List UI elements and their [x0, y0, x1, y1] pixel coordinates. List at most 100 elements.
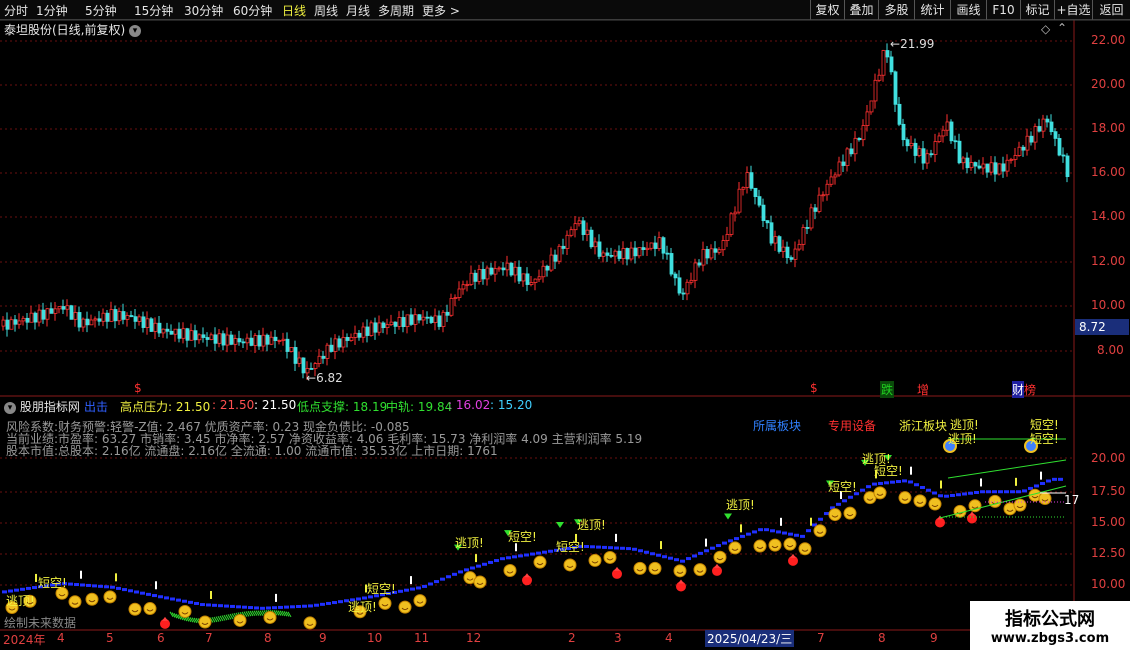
- period-tab-1min[interactable]: 1分钟: [36, 2, 68, 19]
- candle-body: [549, 254, 554, 271]
- candle-body: [333, 338, 338, 352]
- add-watchlist-button[interactable]: +自选: [1054, 0, 1092, 20]
- trend-dash: [446, 575, 451, 579]
- smiley-mouth: [566, 565, 574, 568]
- candle-body: [129, 315, 134, 318]
- candle-body: [985, 163, 990, 173]
- candle-body: [681, 292, 686, 295]
- candle-body: [137, 316, 142, 322]
- candle-body: [1033, 126, 1038, 143]
- candle-body: [605, 252, 610, 256]
- smiley-mouth: [1041, 499, 1049, 502]
- smiley-mouth: [466, 578, 474, 581]
- smiley-mouth: [146, 609, 154, 612]
- increase-mark[interactable]: 增: [917, 381, 929, 398]
- candle-body: [313, 363, 318, 369]
- candle-body: [229, 334, 234, 345]
- sell-marker: [676, 581, 686, 592]
- signal-bar: [705, 538, 707, 547]
- candle-body: [833, 174, 838, 178]
- period-tab-5min[interactable]: 5分钟: [85, 2, 117, 19]
- f10-button[interactable]: F10: [986, 0, 1020, 20]
- restore-rights-button[interactable]: 复权: [810, 0, 844, 20]
- candle-body: [857, 137, 862, 141]
- price-tick: 18.00: [1091, 121, 1126, 135]
- candle-body: [689, 279, 694, 283]
- trend-dash: [182, 599, 187, 603]
- candle-body: [629, 247, 634, 260]
- period-tab-monthly[interactable]: 月线: [346, 2, 370, 19]
- candle-body: [957, 140, 962, 164]
- candle-body: [277, 340, 282, 342]
- multi-stock-button[interactable]: 多股: [878, 0, 914, 20]
- smiley-marker: [1028, 488, 1042, 502]
- candle-body: [477, 269, 482, 282]
- period-tab-60min[interactable]: 60分钟: [233, 2, 272, 19]
- trend-dash: [734, 537, 739, 541]
- trend-dash: [896, 480, 901, 484]
- candle-body: [537, 276, 542, 280]
- trend-dash: [176, 598, 181, 602]
- draw-line-button[interactable]: 画线: [950, 0, 986, 20]
- main-chart-title[interactable]: 泰坦股份(日线,前复权) ▾: [4, 21, 142, 38]
- signal-bar: [35, 573, 37, 582]
- statistics-button[interactable]: 统计: [914, 0, 950, 20]
- trend-dash: [476, 564, 481, 568]
- drop-mark[interactable]: 跌: [880, 381, 895, 398]
- candle-body: [841, 161, 846, 166]
- candle-body: [253, 335, 258, 346]
- smiley-marker: [913, 494, 927, 508]
- dividend-mark[interactable]: $: [134, 381, 142, 395]
- smiley-mouth: [971, 506, 979, 509]
- candle-body: [513, 266, 518, 276]
- candle-body: [37, 309, 42, 323]
- trend-dash: [662, 555, 667, 559]
- trend-dash: [320, 602, 325, 606]
- indicator-title[interactable]: ▾ 股朋指标网: [4, 398, 80, 415]
- candle-body: [977, 165, 982, 169]
- trend-dash: [974, 490, 979, 494]
- candle-body: [437, 315, 442, 327]
- trend-dash: [200, 603, 205, 607]
- noise-tick: [229, 613, 234, 620]
- finance-mark[interactable]: 财: [1012, 381, 1025, 398]
- back-button[interactable]: 返回: [1092, 0, 1130, 20]
- candle-body: [517, 266, 522, 282]
- ranking-mark[interactable]: 榜: [1024, 381, 1036, 398]
- diamond-icon[interactable]: ◇: [1041, 22, 1050, 36]
- candle-body: [49, 308, 54, 314]
- period-tab-multi[interactable]: 多周期: [378, 2, 414, 19]
- period-tab-more[interactable]: 更多 >: [422, 2, 460, 19]
- candle-body: [433, 315, 438, 323]
- period-tab-daily[interactable]: 日线: [282, 2, 306, 19]
- noise-tick: [233, 612, 238, 619]
- trend-dash: [248, 606, 253, 610]
- period-tab-fenshi[interactable]: 分时: [4, 2, 28, 19]
- chevron-down-icon[interactable]: ▾: [129, 24, 142, 37]
- trend-dash: [746, 532, 751, 536]
- chevron-up-icon[interactable]: ⌃: [1057, 21, 1067, 35]
- period-tab-15min[interactable]: 15分钟: [134, 2, 173, 19]
- trend-dash: [530, 552, 535, 556]
- overlay-button[interactable]: 叠加: [844, 0, 878, 20]
- candle-body: [113, 309, 118, 322]
- candle-body: [709, 248, 714, 259]
- trend-dash: [98, 584, 103, 588]
- candle-body: [637, 247, 642, 257]
- dividend-mark[interactable]: $: [810, 381, 818, 395]
- trend-dash: [314, 603, 319, 607]
- candle-body: [185, 328, 190, 341]
- mark-button[interactable]: 标记: [1020, 0, 1054, 20]
- candle-body: [225, 334, 230, 346]
- period-tab-weekly[interactable]: 周线: [314, 2, 338, 19]
- period-tab-30min[interactable]: 30分钟: [184, 2, 223, 19]
- candle-body: [25, 317, 30, 323]
- trend-dash: [212, 603, 217, 607]
- smiley-mouth: [876, 493, 884, 496]
- trend-dash: [254, 606, 259, 610]
- trend-dash: [458, 570, 463, 574]
- candle-body: [845, 148, 850, 166]
- noise-tick: [279, 610, 284, 617]
- chevron-down-icon[interactable]: ▾: [4, 401, 16, 414]
- date-label: 4: [57, 631, 65, 645]
